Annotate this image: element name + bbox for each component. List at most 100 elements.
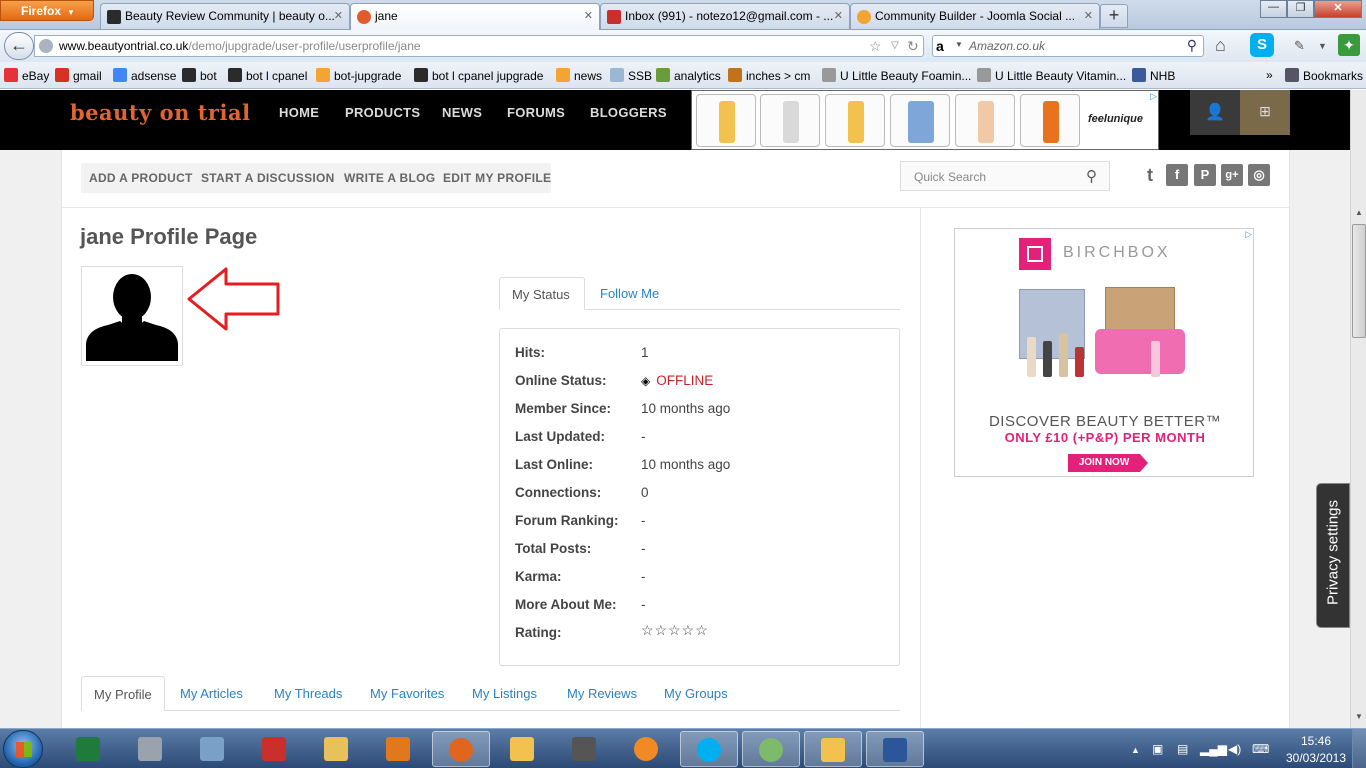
tray-device-icon[interactable]: ▤: [1177, 742, 1188, 756]
tray-keyboard-icon[interactable]: ⌨: [1252, 742, 1269, 756]
taskbar-skype[interactable]: [680, 731, 738, 767]
scroll-up-arrow-icon[interactable]: ▲: [1352, 208, 1366, 222]
bookmark-bot-jupgrade[interactable]: bot-jupgrade: [316, 68, 401, 83]
taskbar-word[interactable]: [866, 731, 924, 767]
nav-home[interactable]: HOME: [279, 105, 319, 120]
bookmark-ssb[interactable]: SSB: [610, 68, 652, 83]
start-button[interactable]: [3, 730, 43, 768]
tab-my-favorites[interactable]: My Favorites: [370, 686, 444, 701]
instagram-icon[interactable]: ◎: [1248, 164, 1270, 186]
taskbar-firefox[interactable]: [432, 731, 490, 767]
tab-beauty-review[interactable]: Beauty Review Community | beauty o... ✕: [100, 3, 350, 29]
firefox-menu-button[interactable]: Firefox ▼: [0, 0, 94, 21]
history-dropdown-icon[interactable]: ▽: [891, 40, 899, 51]
close-icon[interactable]: ✕: [834, 9, 843, 22]
maximize-button[interactable]: ❐: [1287, 0, 1314, 18]
bookmark-gmail[interactable]: gmail: [55, 68, 102, 83]
clock-time[interactable]: 15:46: [1290, 734, 1342, 748]
bookmark-nhb[interactable]: NHB: [1132, 68, 1175, 83]
taskbar-acrobat[interactable]: [246, 731, 302, 767]
start-discussion-link[interactable]: START A DISCUSSION: [201, 171, 335, 185]
bookmark-bot-cpanel[interactable]: bot l cpanel: [228, 68, 307, 83]
adchoices-icon[interactable]: ▷: [1245, 229, 1252, 240]
close-icon[interactable]: ✕: [584, 9, 593, 22]
tab-jane[interactable]: jane ✕: [350, 3, 600, 31]
taskbar-security[interactable]: [804, 731, 862, 767]
close-icon[interactable]: ✕: [334, 9, 343, 22]
bookmark-analytics[interactable]: analytics: [656, 68, 721, 83]
bookmark-bot-cpanel-jupgrade[interactable]: bot l cpanel jupgrade: [414, 68, 543, 83]
scroll-down-arrow-icon[interactable]: ▼: [1352, 712, 1366, 726]
nav-news[interactable]: NEWS: [442, 105, 482, 120]
ad-product-image[interactable]: [890, 94, 950, 147]
rss-icon[interactable]: ⊞: [1240, 90, 1290, 135]
quick-search-input[interactable]: Quick Search ⚲: [900, 161, 1110, 191]
bookmarks-overflow-button[interactable]: »: [1266, 68, 1273, 82]
bookmark-ebay[interactable]: eBay: [4, 68, 49, 83]
tab-my-status[interactable]: My Status: [499, 277, 585, 310]
back-button[interactable]: ←: [4, 32, 34, 60]
taskbar-globe[interactable]: [742, 731, 800, 767]
tab-my-articles[interactable]: My Articles: [180, 686, 243, 701]
show-hidden-icons-button[interactable]: ▲: [1131, 745, 1140, 755]
join-now-button[interactable]: JOIN NOW: [1068, 454, 1148, 472]
taskbar-drive[interactable]: [494, 731, 550, 767]
tab-my-reviews[interactable]: My Reviews: [567, 686, 637, 701]
close-icon[interactable]: ✕: [1084, 9, 1093, 22]
ad-product-image[interactable]: [955, 94, 1015, 147]
search-icon[interactable]: ⚲: [1187, 37, 1197, 54]
bookmark-u-little-beauty-foaming[interactable]: U Little Beauty Foamin...: [822, 68, 971, 83]
bookmark-bot[interactable]: bot: [182, 68, 217, 83]
home-icon[interactable]: ⌂: [1215, 35, 1226, 56]
taskbar-excel[interactable]: [60, 731, 116, 767]
twitter-icon[interactable]: t: [1139, 164, 1161, 186]
close-window-button[interactable]: ✕: [1314, 0, 1362, 18]
search-bar[interactable]: a ▼ Amazon.co.uk ⚲: [932, 35, 1204, 57]
show-desktop-button[interactable]: [1352, 729, 1366, 768]
bookmark-adsense[interactable]: adsense: [113, 68, 176, 83]
write-blog-link[interactable]: WRITE A BLOG: [344, 171, 435, 185]
birchbox-ad[interactable]: BIRCHBOX ▷ DISCOVER BEAUTY BETTER™ ONLY …: [954, 228, 1254, 477]
minimize-button[interactable]: —: [1260, 0, 1287, 18]
feelunique-ad-banner[interactable]: feelunique ▷: [691, 90, 1159, 150]
taskbar-explorer[interactable]: [308, 731, 364, 767]
google-plus-icon[interactable]: g+: [1221, 164, 1243, 186]
taskbar-scanner[interactable]: [122, 731, 178, 767]
add-product-link[interactable]: ADD A PRODUCT: [89, 171, 193, 185]
clock-date[interactable]: 30/03/2013: [1282, 751, 1350, 765]
vertical-scrollbar[interactable]: ▲ ▼: [1350, 90, 1366, 728]
adchoices-icon[interactable]: ▷: [1150, 91, 1157, 102]
facebook-icon[interactable]: f: [1166, 164, 1188, 186]
tab-my-threads[interactable]: My Threads: [274, 686, 342, 701]
tray-app-icon[interactable]: ▣: [1152, 742, 1163, 756]
edit-profile-link[interactable]: EDIT MY PROFILE: [443, 171, 551, 185]
bookmark-inches-cm[interactable]: inches > cm: [728, 68, 810, 83]
tab-my-profile[interactable]: My Profile: [81, 676, 165, 711]
scroll-thumb[interactable]: [1352, 224, 1366, 338]
bookmark-news[interactable]: news: [556, 68, 602, 83]
bookmark-star-icon[interactable]: ☆: [869, 38, 882, 55]
ad-product-image[interactable]: [825, 94, 885, 147]
address-bar[interactable]: www.beautyontrial.co.uk/demo/jupgrade/us…: [34, 35, 924, 57]
new-tab-button[interactable]: +: [1100, 4, 1128, 28]
ad-product-image[interactable]: [760, 94, 820, 147]
ad-product-image[interactable]: [696, 94, 756, 147]
rating-stars[interactable]: ☆☆☆☆☆: [641, 622, 709, 639]
addon-icon[interactable]: ✎: [1294, 38, 1305, 54]
amazon-icon[interactable]: a: [936, 38, 952, 54]
tab-community-builder[interactable]: Community Builder - Joomla Social ... ✕: [850, 3, 1100, 29]
taskbar-calculator[interactable]: [184, 731, 240, 767]
site-logo[interactable]: beauty on trial: [70, 100, 251, 125]
taskbar-camera[interactable]: [556, 731, 612, 767]
nav-bloggers[interactable]: BLOGGERS: [590, 105, 667, 120]
ad-product-image[interactable]: [1020, 94, 1080, 147]
skype-icon[interactable]: S: [1250, 33, 1274, 57]
avatar[interactable]: [81, 266, 183, 366]
user-menu-icon[interactable]: 👤: [1190, 90, 1240, 135]
search-icon[interactable]: ⚲: [1086, 167, 1097, 185]
taskbar-media[interactable]: [618, 731, 674, 767]
extension-icon[interactable]: ✦: [1338, 34, 1360, 56]
tab-my-groups[interactable]: My Groups: [664, 686, 728, 701]
tab-gmail-inbox[interactable]: Inbox (991) - notezo12@gmail.com - ... ✕: [600, 3, 850, 29]
tab-follow-me[interactable]: Follow Me: [600, 286, 659, 301]
